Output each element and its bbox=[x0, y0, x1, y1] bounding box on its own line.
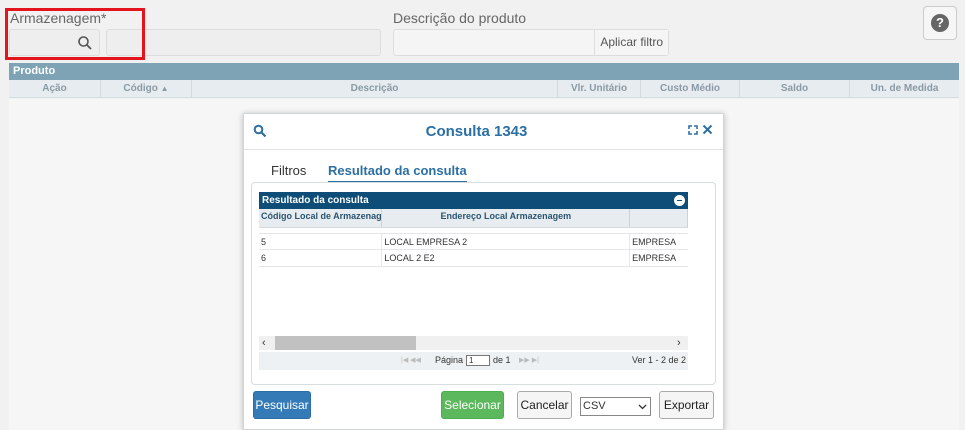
table-row[interactable]: 6 LOCAL 2 E2 EMPRESA bbox=[259, 250, 688, 267]
sort-icon[interactable]: ▲ bbox=[161, 84, 169, 93]
cancel-button[interactable]: Cancelar bbox=[517, 391, 572, 419]
row-address: LOCAL 2 E2 bbox=[382, 250, 631, 266]
row-address: LOCAL EMPRESA 2 bbox=[382, 234, 631, 249]
page-label: Página bbox=[435, 355, 464, 365]
col-description: Descrição bbox=[192, 80, 558, 97]
row-code: 5 bbox=[259, 234, 383, 249]
row-company: EMPRESA bbox=[632, 237, 677, 247]
result-grid-title: Resultado da consulta bbox=[259, 192, 688, 209]
tab-filters[interactable]: Filtros bbox=[271, 163, 306, 178]
storage-name-field bbox=[106, 29, 381, 56]
col-balance: Saldo bbox=[740, 80, 850, 97]
scroll-left-icon[interactable]: ‹ bbox=[262, 336, 266, 350]
chevron-down-icon bbox=[638, 404, 647, 410]
col-average-cost: Custo Médio bbox=[641, 80, 740, 97]
table-row[interactable]: 5 LOCAL EMPRESA 2 EMPRESA bbox=[259, 233, 688, 250]
export-format-value: CSV bbox=[583, 400, 606, 412]
scroll-thumb[interactable] bbox=[275, 336, 416, 350]
page-number-input[interactable]: 1 bbox=[466, 355, 490, 366]
record-count: Ver 1 - 2 de 2 bbox=[631, 355, 686, 365]
result-panel: Resultado da consulta Código Local de Ar… bbox=[251, 182, 716, 385]
col-unit-price: Vlr. Unitário bbox=[558, 80, 641, 97]
lookup-modal: Consulta 1343 Filtros Resultado da consu… bbox=[243, 113, 724, 430]
col-action: Ação bbox=[9, 80, 101, 97]
modal-divider bbox=[244, 149, 723, 150]
col-unit-measure: Un. de Medida bbox=[870, 83, 939, 94]
apply-filter-button[interactable]: Aplicar filtro bbox=[594, 30, 668, 55]
col-company[interactable] bbox=[630, 209, 688, 227]
product-grid: Produto Ação Código ▲ Descrição Vlr. Uni… bbox=[9, 63, 959, 98]
row-company: EMPRESA bbox=[632, 253, 677, 263]
export-button[interactable]: Exportar bbox=[659, 391, 714, 419]
product-grid-header: Ação Código ▲ Descrição Vlr. Unitário Cu… bbox=[9, 80, 959, 98]
description-input[interactable]: Aplicar filtro bbox=[393, 29, 669, 56]
help-icon: ? bbox=[931, 14, 949, 32]
result-grid-title-text: Resultado da consulta bbox=[262, 195, 369, 206]
maximize-icon[interactable] bbox=[688, 125, 698, 135]
tab-results[interactable]: Resultado da consulta bbox=[328, 163, 467, 183]
horizontal-scrollbar[interactable]: ‹ › bbox=[259, 336, 688, 350]
select-button[interactable]: Selecionar bbox=[441, 391, 504, 419]
last-page-icon[interactable]: ▶▶ ▶| bbox=[519, 356, 539, 364]
pager: |◀ ◀◀ Página 1 de 1 ▶▶ ▶| Ver 1 - 2 de 2 bbox=[259, 352, 688, 370]
close-icon[interactable] bbox=[702, 124, 713, 135]
export-format-select[interactable]: CSV bbox=[580, 397, 651, 416]
highlight-box bbox=[5, 8, 145, 60]
row-code: 6 bbox=[259, 250, 383, 266]
search-button[interactable]: Pesquisar bbox=[253, 391, 311, 419]
first-page-icon[interactable]: |◀ ◀◀ bbox=[401, 356, 421, 364]
product-grid-title: Produto bbox=[9, 63, 959, 80]
scroll-right-icon[interactable]: › bbox=[677, 336, 681, 350]
page-of-label: de 1 bbox=[493, 355, 511, 365]
col-storage-address[interactable]: Endereço Local Armazenagem bbox=[382, 209, 631, 227]
modal-title: Consulta 1343 bbox=[425, 123, 528, 140]
result-grid: Resultado da consulta Código Local de Ar… bbox=[259, 192, 688, 377]
col-code[interactable]: Código ▲ bbox=[101, 80, 192, 97]
result-grid-header: Código Local de Armazenag Endereço Local… bbox=[259, 209, 688, 228]
col-storage-code[interactable]: Código Local de Armazenag bbox=[259, 209, 383, 227]
description-label: Descrição do produto bbox=[393, 10, 527, 26]
help-button[interactable]: ? bbox=[923, 6, 957, 40]
collapse-icon[interactable] bbox=[674, 195, 685, 206]
col-code-label: Código bbox=[123, 83, 158, 94]
